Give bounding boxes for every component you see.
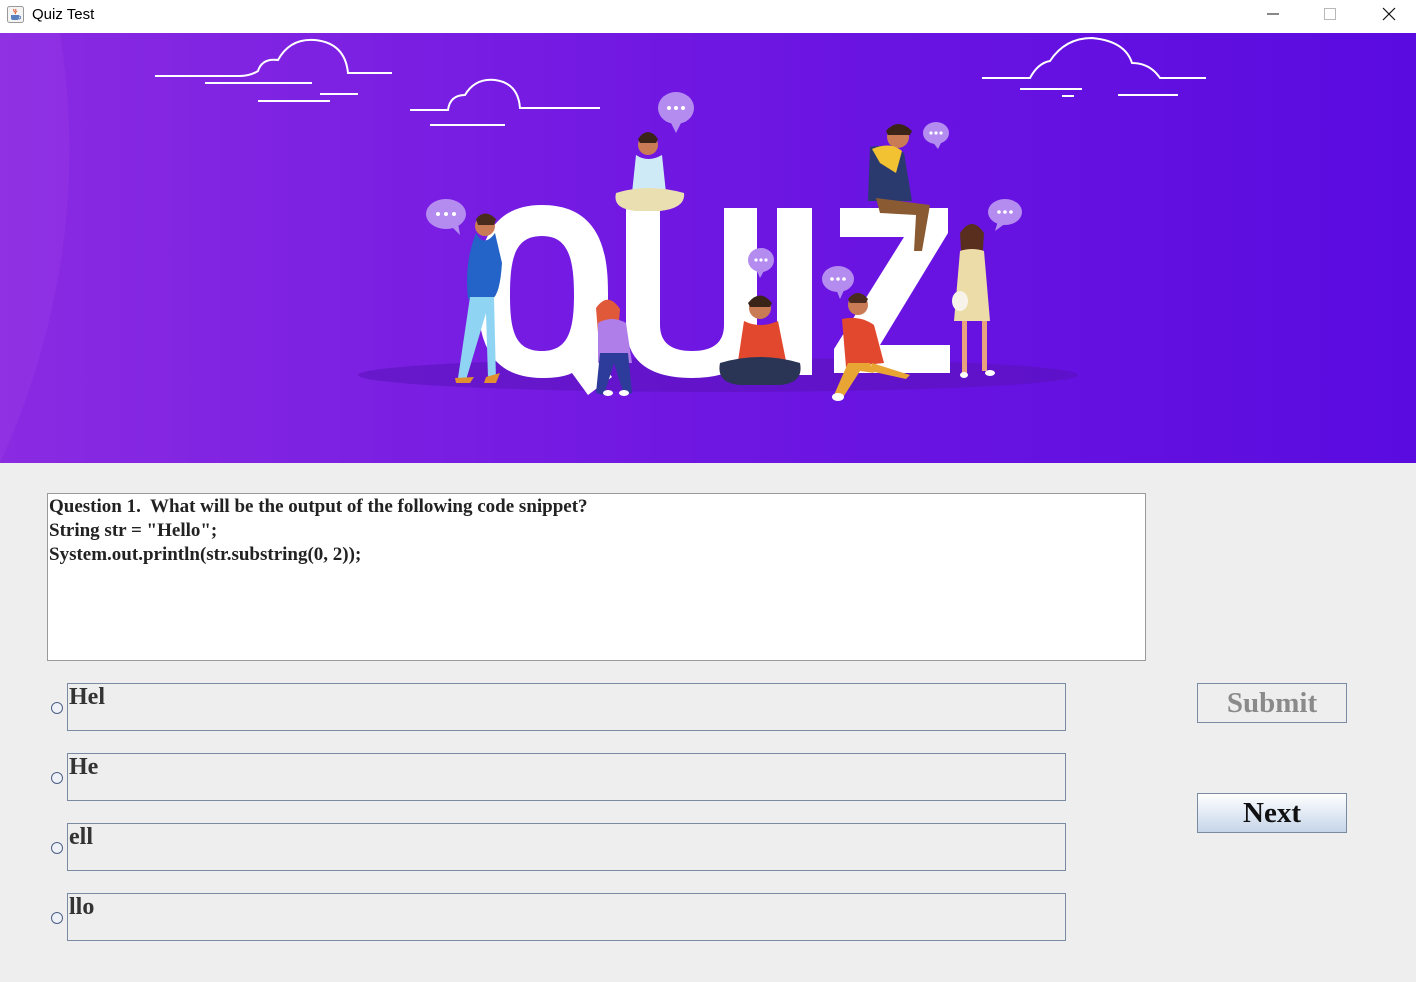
option-field-1[interactable]: Hel (67, 683, 1066, 731)
submit-button[interactable]: Submit (1197, 683, 1347, 723)
option-label: He (69, 754, 99, 780)
option-radio-1[interactable] (51, 702, 63, 714)
java-cup-icon (7, 6, 24, 23)
person-figure (952, 224, 995, 378)
cloud-icon (410, 78, 600, 126)
quiz-banner (0, 33, 1416, 463)
option-label: llo (69, 894, 95, 920)
chat-bubble-icon (988, 199, 1022, 231)
maximize-icon[interactable] (1301, 0, 1359, 30)
chat-bubble-icon (426, 199, 466, 235)
option-radio-3[interactable] (51, 842, 63, 854)
title-bar: Quiz Test (0, 0, 1416, 33)
cloud-icon (982, 36, 1206, 97)
question-code-line: System.out.println(str.substring(0, 2)); (49, 544, 362, 565)
option-radio-4[interactable] (51, 912, 63, 924)
question-title: Question 1. What will be the output of t… (49, 496, 588, 517)
option-label: Hel (69, 684, 105, 710)
quiz-illustration (0, 33, 1206, 463)
option-radio-2[interactable] (51, 772, 63, 784)
chat-bubble-icon (658, 92, 694, 133)
chat-bubble-icon (822, 266, 854, 299)
option-field-3[interactable]: ell (67, 823, 1066, 871)
question-code-line: String str = "Hello"; (49, 520, 218, 541)
person-figure (615, 132, 685, 211)
next-button[interactable]: Next (1197, 793, 1347, 833)
minimize-icon[interactable] (1244, 0, 1302, 30)
option-field-4[interactable]: llo (67, 893, 1066, 941)
close-icon[interactable] (1360, 0, 1416, 30)
window-title: Quiz Test (32, 6, 95, 23)
option-label: ell (69, 824, 93, 850)
option-field-2[interactable]: He (67, 753, 1066, 801)
cloud-icon (155, 38, 392, 102)
chat-bubble-icon (923, 122, 949, 149)
question-text-area[interactable]: Question 1. What will be the output of t… (47, 493, 1146, 661)
